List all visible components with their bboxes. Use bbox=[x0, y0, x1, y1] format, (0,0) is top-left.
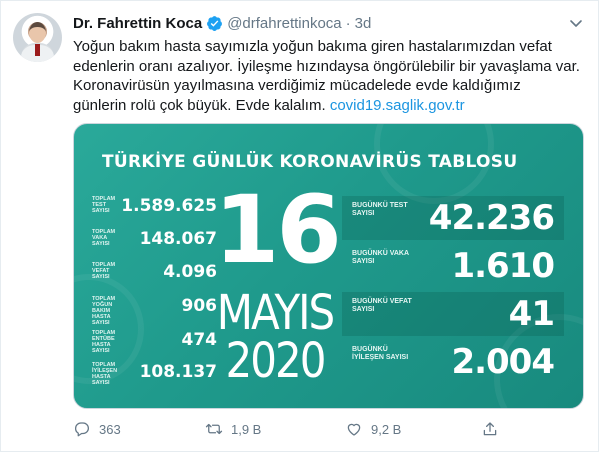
tweet-link[interactable]: covid19.saglik.gov.tr bbox=[330, 97, 465, 114]
stat-value: 41 bbox=[508, 294, 555, 334]
right-stat-today-test: BUGÜNKÜ TEST SAYISI 42.236 bbox=[342, 196, 564, 240]
stat-label: BUGÜNKÜ İYİLEŞEN SAYISI bbox=[352, 346, 409, 361]
reply-icon bbox=[74, 422, 89, 437]
stat-value: 2.004 bbox=[451, 342, 555, 382]
card-title: TÜRKİYE GÜNLÜK KORONAVİRÜS TABLOSU bbox=[102, 152, 518, 172]
retweet-count: 1,9 B bbox=[231, 421, 262, 437]
left-stat-total-deaths: TOPLAM VEFAT SAYISI 4.096 bbox=[92, 262, 217, 294]
chevron-down-icon[interactable] bbox=[568, 15, 584, 31]
stat-label: TOPLAM ENTÜBE HASTA SAYISI bbox=[92, 330, 116, 354]
separator-dot: · bbox=[345, 14, 351, 32]
like-count: 9,2 B bbox=[371, 421, 402, 437]
stat-value: 1.610 bbox=[451, 246, 555, 286]
left-stat-total-test: TOPLAM TEST SAYISI 1.589.625 bbox=[92, 196, 217, 228]
left-stat-total-icu: TOPLAM YOĞUN BAKIM HASTA SAYISI 906 bbox=[92, 296, 217, 328]
stat-label: TOPLAM TEST SAYISI bbox=[92, 196, 116, 214]
tweet-header: Dr. Fahrettin Koca @drfahrettinkoca · 3d bbox=[73, 13, 371, 33]
like-icon bbox=[347, 423, 361, 436]
stat-value: 4.096 bbox=[163, 262, 217, 282]
stat-label: BUGÜNKÜ VEFAT SAYISI bbox=[352, 298, 412, 313]
stat-value: 42.236 bbox=[428, 198, 555, 238]
avatar-tie bbox=[35, 44, 40, 56]
stat-label: TOPLAM VEFAT SAYISI bbox=[92, 262, 116, 280]
right-stat-today-cases: BUGÜNKÜ VAKA SAYISI 1.610 bbox=[342, 244, 564, 288]
tweet-image-card[interactable]: TÜRKİYE GÜNLÜK KORONAVİRÜS TABLOSU TOPLA… bbox=[73, 123, 584, 409]
stat-value: 108.137 bbox=[139, 362, 217, 382]
stat-label: BUGÜNKÜ TEST SAYISI bbox=[352, 202, 408, 217]
share-icon bbox=[483, 422, 497, 436]
tweet-line-last: günlerin rolü çok büyük. Evde kalalım. c… bbox=[73, 96, 573, 116]
tweet-line-text: günlerin rolü çok büyük. Evde kalalım. bbox=[73, 96, 326, 114]
avatar[interactable] bbox=[13, 13, 62, 62]
left-stat-total-intubated: TOPLAM ENTÜBE HASTA SAYISI 474 bbox=[92, 330, 217, 362]
stat-label: BUGÜNKÜ VAKA SAYISI bbox=[352, 250, 409, 265]
stat-label: TOPLAM İYİLEŞEN HASTA SAYISI bbox=[92, 362, 118, 386]
like-button[interactable]: 9,2 B bbox=[345, 417, 401, 441]
tweet-actions: 363 1,9 B 9,2 B bbox=[73, 417, 553, 441]
tweet-line: edenlerin oranı azalıyor. İyileşme hızın… bbox=[73, 57, 580, 75]
avatar-head bbox=[29, 22, 46, 43]
right-stat-today-recovered: BUGÜNKÜ İYİLEŞEN SAYISI 2.004 bbox=[342, 340, 564, 384]
right-stat-today-deaths: BUGÜNKÜ VEFAT SAYISI 41 bbox=[342, 292, 564, 336]
author-handle[interactable]: @drfahrettinkoca bbox=[227, 15, 341, 32]
author-name[interactable]: Dr. Fahrettin Koca bbox=[73, 15, 202, 32]
left-stat-total-recovered: TOPLAM İYİLEŞEN HASTA SAYISI 108.137 bbox=[92, 362, 217, 394]
retweet-button[interactable]: 1,9 B bbox=[205, 417, 261, 441]
stat-label: TOPLAM VAKA SAYISI bbox=[92, 229, 116, 247]
stat-label: TOPLAM YOĞUN BAKIM HASTA SAYISI bbox=[92, 296, 116, 326]
stat-value: 148.067 bbox=[139, 229, 217, 249]
date-year: 2020 bbox=[225, 332, 327, 389]
date-month: MAYIS bbox=[216, 284, 335, 341]
retweet-icon bbox=[205, 423, 223, 435]
share-button[interactable] bbox=[481, 417, 507, 441]
tweet[interactable]: Dr. Fahrettin Koca @drfahrettinkoca · 3d… bbox=[0, 0, 599, 452]
tweet-timestamp[interactable]: 3d bbox=[355, 15, 372, 32]
stat-value: 1.589.625 bbox=[121, 196, 217, 216]
date-day: 16 bbox=[214, 176, 342, 285]
verified-badge-icon bbox=[206, 15, 223, 32]
reply-count: 363 bbox=[99, 421, 121, 437]
tweet-line: Yoğun bakım hasta sayımızla yoğun bakıma… bbox=[73, 38, 552, 55]
tweet-line: Koronavirüsün yayılmasına verdiğimiz müc… bbox=[73, 77, 521, 94]
reply-button[interactable]: 363 bbox=[73, 417, 121, 441]
tweet-text: Yoğun bakım hasta sayımızla yoğun bakıma… bbox=[73, 37, 580, 116]
left-stat-total-cases: TOPLAM VAKA SAYISI 148.067 bbox=[92, 229, 217, 261]
